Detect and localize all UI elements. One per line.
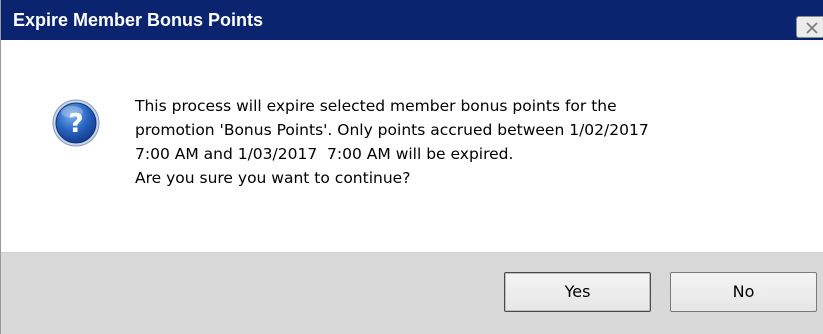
no-button[interactable]: No bbox=[670, 272, 817, 312]
button-panel: Yes No bbox=[1, 252, 823, 334]
message-line: Are you sure you want to continue? bbox=[135, 169, 411, 187]
question-icon: ? bbox=[52, 99, 100, 147]
message-line: This process will expire selected member… bbox=[135, 97, 617, 115]
message-line: 7:00 AM and 1/03/2017 7:00 AM will be ex… bbox=[135, 145, 514, 163]
message-line: promotion 'Bonus Points'. Only points ac… bbox=[135, 121, 649, 139]
close-icon bbox=[806, 22, 818, 34]
window-title: Expire Member Bonus Points bbox=[13, 10, 264, 30]
svg-text:?: ? bbox=[68, 109, 83, 139]
title-bar[interactable]: Expire Member Bonus Points bbox=[1, 0, 823, 40]
dialog-message: This process will expire selected member… bbox=[135, 94, 805, 190]
confirm-dialog: Expire Member Bonus Points ? This proces… bbox=[0, 0, 823, 334]
yes-button[interactable]: Yes bbox=[504, 272, 651, 312]
close-button[interactable] bbox=[796, 16, 823, 38]
